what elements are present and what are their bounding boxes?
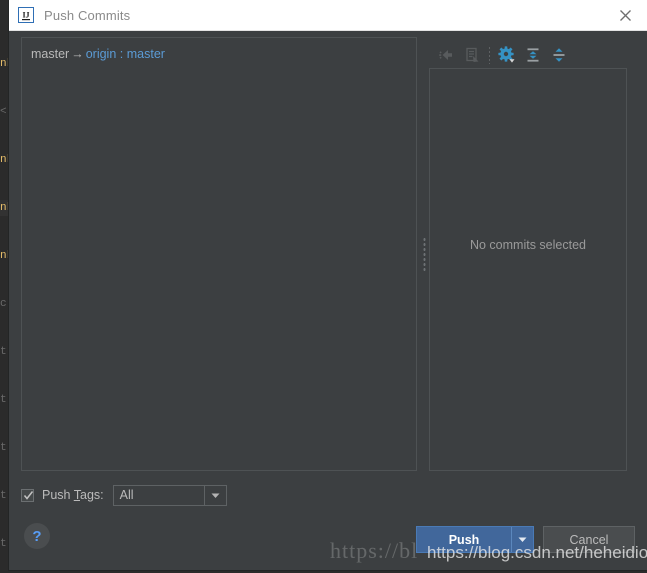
push-tags-label-prefix: Push bbox=[42, 488, 74, 502]
chevron-down-icon[interactable] bbox=[204, 486, 226, 505]
push-button[interactable]: Push bbox=[417, 527, 511, 552]
panel-splitter[interactable] bbox=[419, 37, 429, 471]
push-tags-label-suffix: ags: bbox=[80, 488, 104, 502]
close-icon[interactable] bbox=[603, 0, 647, 30]
show-details-icon[interactable] bbox=[459, 42, 485, 68]
collapse-all-icon[interactable] bbox=[546, 42, 572, 68]
splitter-grip-icon bbox=[423, 237, 426, 271]
settings-gear-icon[interactable] bbox=[494, 42, 520, 68]
intellij-idea-icon: IJ bbox=[18, 7, 34, 23]
commit-details-panel: No commits selected bbox=[429, 68, 627, 471]
details-toolbar bbox=[433, 42, 572, 68]
push-tags-option-row: Push Tags: All bbox=[21, 484, 227, 506]
push-commits-dialog: IJ Push Commits bbox=[9, 0, 647, 570]
expand-all-icon[interactable] bbox=[520, 42, 546, 68]
svg-text:IJ: IJ bbox=[22, 11, 29, 20]
dialog-title: Push Commits bbox=[44, 8, 130, 23]
cancel-button[interactable]: Cancel bbox=[543, 526, 635, 553]
push-tags-selected-value: All bbox=[114, 488, 204, 502]
push-tags-label: Push Tags: bbox=[42, 488, 104, 502]
cherry-pick-icon[interactable] bbox=[433, 42, 459, 68]
remote-name-label[interactable]: origin bbox=[86, 47, 117, 61]
toolbar-separator bbox=[489, 47, 490, 64]
push-tags-checkbox[interactable] bbox=[21, 489, 34, 502]
push-arrow-icon: → bbox=[69, 47, 86, 61]
dialog-body: master→origin : master No commits select… bbox=[9, 31, 647, 570]
dialog-footer-buttons: Push Cancel bbox=[416, 526, 635, 553]
push-tags-select[interactable]: All bbox=[113, 485, 227, 506]
push-split-button[interactable]: Push bbox=[416, 526, 534, 553]
no-commits-selected-label: No commits selected bbox=[470, 238, 586, 252]
dialog-titlebar: IJ Push Commits bbox=[9, 0, 647, 31]
help-button[interactable]: ? bbox=[24, 523, 50, 549]
remote-branch-label[interactable]: master bbox=[127, 47, 165, 61]
repository-row[interactable]: master→origin : master bbox=[22, 38, 416, 61]
commits-list-panel[interactable]: master→origin : master bbox=[21, 37, 417, 471]
push-dropdown-chevron-down-icon[interactable] bbox=[511, 527, 533, 552]
local-branch-label: master bbox=[31, 47, 69, 61]
